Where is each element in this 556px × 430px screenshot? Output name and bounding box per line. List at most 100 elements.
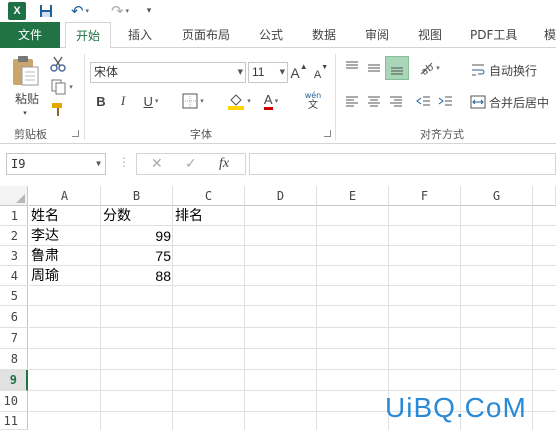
font-group-label: 字体: [190, 128, 212, 141]
phonetic-button[interactable]: wén 文: [298, 88, 328, 114]
row-header-10[interactable]: 10: [0, 391, 28, 412]
column-header-a[interactable]: A: [29, 186, 101, 206]
name-box-dropdown-icon[interactable]: ▼: [96, 154, 101, 174]
decrease-indent-icon[interactable]: [414, 92, 434, 112]
excel-logo-icon: X: [8, 2, 26, 20]
font-color-icon: A: [263, 92, 273, 110]
tab-page-layout[interactable]: 页面布局: [182, 22, 230, 48]
group-separator: [84, 54, 85, 140]
redo-button[interactable]: ↷ ▾: [106, 2, 134, 20]
align-top-icon[interactable]: [342, 58, 362, 78]
row-header-3[interactable]: 3: [0, 246, 28, 266]
paste-dropdown[interactable]: ▾: [18, 108, 32, 118]
column-header-c[interactable]: C: [173, 186, 245, 206]
align-middle-icon[interactable]: [364, 58, 384, 78]
increase-indent-icon[interactable]: [436, 92, 456, 112]
row-header-1[interactable]: 1: [0, 206, 28, 226]
cell-a4[interactable]: 周瑜: [29, 266, 101, 286]
select-all-button[interactable]: [0, 186, 28, 206]
cut-icon[interactable]: [48, 54, 68, 74]
shrink-font-button[interactable]: A ▼: [314, 64, 328, 85]
underline-button[interactable]: U ▾: [138, 92, 164, 110]
tab-more[interactable]: 模: [544, 22, 556, 48]
copy-icon: [51, 79, 66, 95]
orientation-button[interactable]: ab▾: [414, 58, 444, 78]
fill-color-icon: [228, 94, 245, 110]
tab-data[interactable]: 数据: [312, 22, 336, 48]
column-header-f[interactable]: F: [389, 186, 461, 206]
wrap-text-icon: [472, 64, 485, 76]
row-header-8[interactable]: 8: [0, 349, 28, 370]
format-painter-icon[interactable]: [48, 100, 68, 120]
row-header-11[interactable]: 11: [0, 412, 28, 430]
name-box[interactable]: I9 ▼: [6, 153, 106, 175]
undo-button[interactable]: ↶ ▾: [66, 2, 94, 20]
paste-icon[interactable]: [8, 54, 42, 88]
watermark-text: UiBQ.CoM: [385, 392, 527, 423]
formula-buttons: ✕ ✓ fx: [136, 153, 246, 175]
align-right-icon[interactable]: [386, 92, 406, 112]
enter-icon[interactable]: ✓: [185, 156, 197, 172]
cell-a3[interactable]: 鲁肃: [29, 246, 101, 266]
quick-access-toolbar: X ↶ ▾ ↷ ▾ ▾: [0, 0, 556, 22]
clipboard-launcher-icon[interactable]: [72, 130, 79, 137]
insert-function-button[interactable]: fx: [219, 156, 229, 172]
formula-input[interactable]: [249, 153, 556, 175]
ribbon-home: 粘贴 ▾ ▾ 剪贴板 宋体 ▼ 11 ▼ A ▲ A ▼ B I U ▾ ▾ ▾ A ▾ w…: [0, 48, 556, 144]
borders-button[interactable]: ▾: [176, 92, 210, 110]
font-color-button[interactable]: A ▾: [258, 90, 284, 112]
save-icon[interactable]: [38, 2, 54, 20]
cancel-icon[interactable]: ✕: [151, 156, 163, 172]
bold-button[interactable]: B: [94, 92, 108, 110]
merge-center-icon: [470, 95, 486, 109]
font-size-select[interactable]: 11 ▼: [248, 62, 288, 83]
ribbon-tabs: 文件 开始 插入 页面布局 公式 数据 审阅 视图 PDF工具 模: [0, 22, 556, 49]
cell-b1[interactable]: 分数: [101, 206, 173, 226]
cell-b4[interactable]: 88: [101, 266, 173, 286]
font-launcher-icon[interactable]: [324, 130, 331, 137]
tab-view[interactable]: 视图: [418, 22, 442, 48]
row-header-9[interactable]: 9: [0, 370, 28, 391]
tab-file[interactable]: 文件: [0, 22, 60, 48]
column-header-d[interactable]: D: [245, 186, 317, 206]
column-header-h[interactable]: [533, 186, 556, 206]
formula-bar: I9 ▼ ⋮ ✕ ✓ fx: [0, 145, 556, 185]
tab-pdf-tools[interactable]: PDF工具: [470, 22, 517, 48]
grow-font-button[interactable]: A ▲: [290, 62, 307, 83]
paste-button[interactable]: 粘贴: [10, 90, 44, 106]
column-header-e[interactable]: E: [317, 186, 389, 206]
customize-qat-button[interactable]: ▾: [144, 2, 154, 20]
cell-a1[interactable]: 姓名: [29, 206, 101, 226]
fill-color-button[interactable]: ▾: [222, 90, 256, 112]
clipboard-group-label: 剪贴板: [14, 128, 47, 141]
group-separator: [335, 54, 336, 140]
wrap-text-button[interactable]: 自动换行: [470, 60, 554, 80]
font-name-select[interactable]: 宋体 ▼: [90, 62, 246, 83]
alignment-group-label: 对齐方式: [420, 128, 464, 141]
align-center-icon[interactable]: [364, 92, 384, 112]
cell-c1[interactable]: 排名: [173, 206, 245, 226]
borders-icon: [182, 93, 198, 109]
tab-home[interactable]: 开始: [65, 22, 111, 49]
cell-a2[interactable]: 李达: [29, 226, 101, 246]
row-header-2[interactable]: 2: [0, 226, 28, 246]
tab-insert[interactable]: 插入: [128, 22, 152, 48]
cell-b2[interactable]: 99: [101, 226, 173, 246]
orientation-icon: ab: [420, 62, 435, 76]
tab-formulas[interactable]: 公式: [259, 22, 283, 48]
align-left-icon[interactable]: [342, 92, 362, 112]
redo-icon: ↷: [110, 2, 124, 20]
align-bottom-icon[interactable]: [385, 56, 409, 80]
row-header-7[interactable]: 7: [0, 328, 28, 349]
row-header-6[interactable]: 6: [0, 306, 28, 328]
column-header-b[interactable]: B: [101, 186, 173, 206]
row-header-4[interactable]: 4: [0, 266, 28, 286]
cell-b3[interactable]: 75: [101, 246, 173, 266]
tab-review[interactable]: 审阅: [365, 22, 389, 48]
column-header-g[interactable]: G: [461, 186, 533, 206]
merge-center-button[interactable]: 合并后居中: [470, 92, 556, 112]
copy-button[interactable]: ▾: [48, 77, 76, 97]
row-header-5[interactable]: 5: [0, 286, 28, 306]
italic-button[interactable]: I: [116, 92, 130, 110]
formula-bar-grip: ⋮: [118, 155, 130, 169]
